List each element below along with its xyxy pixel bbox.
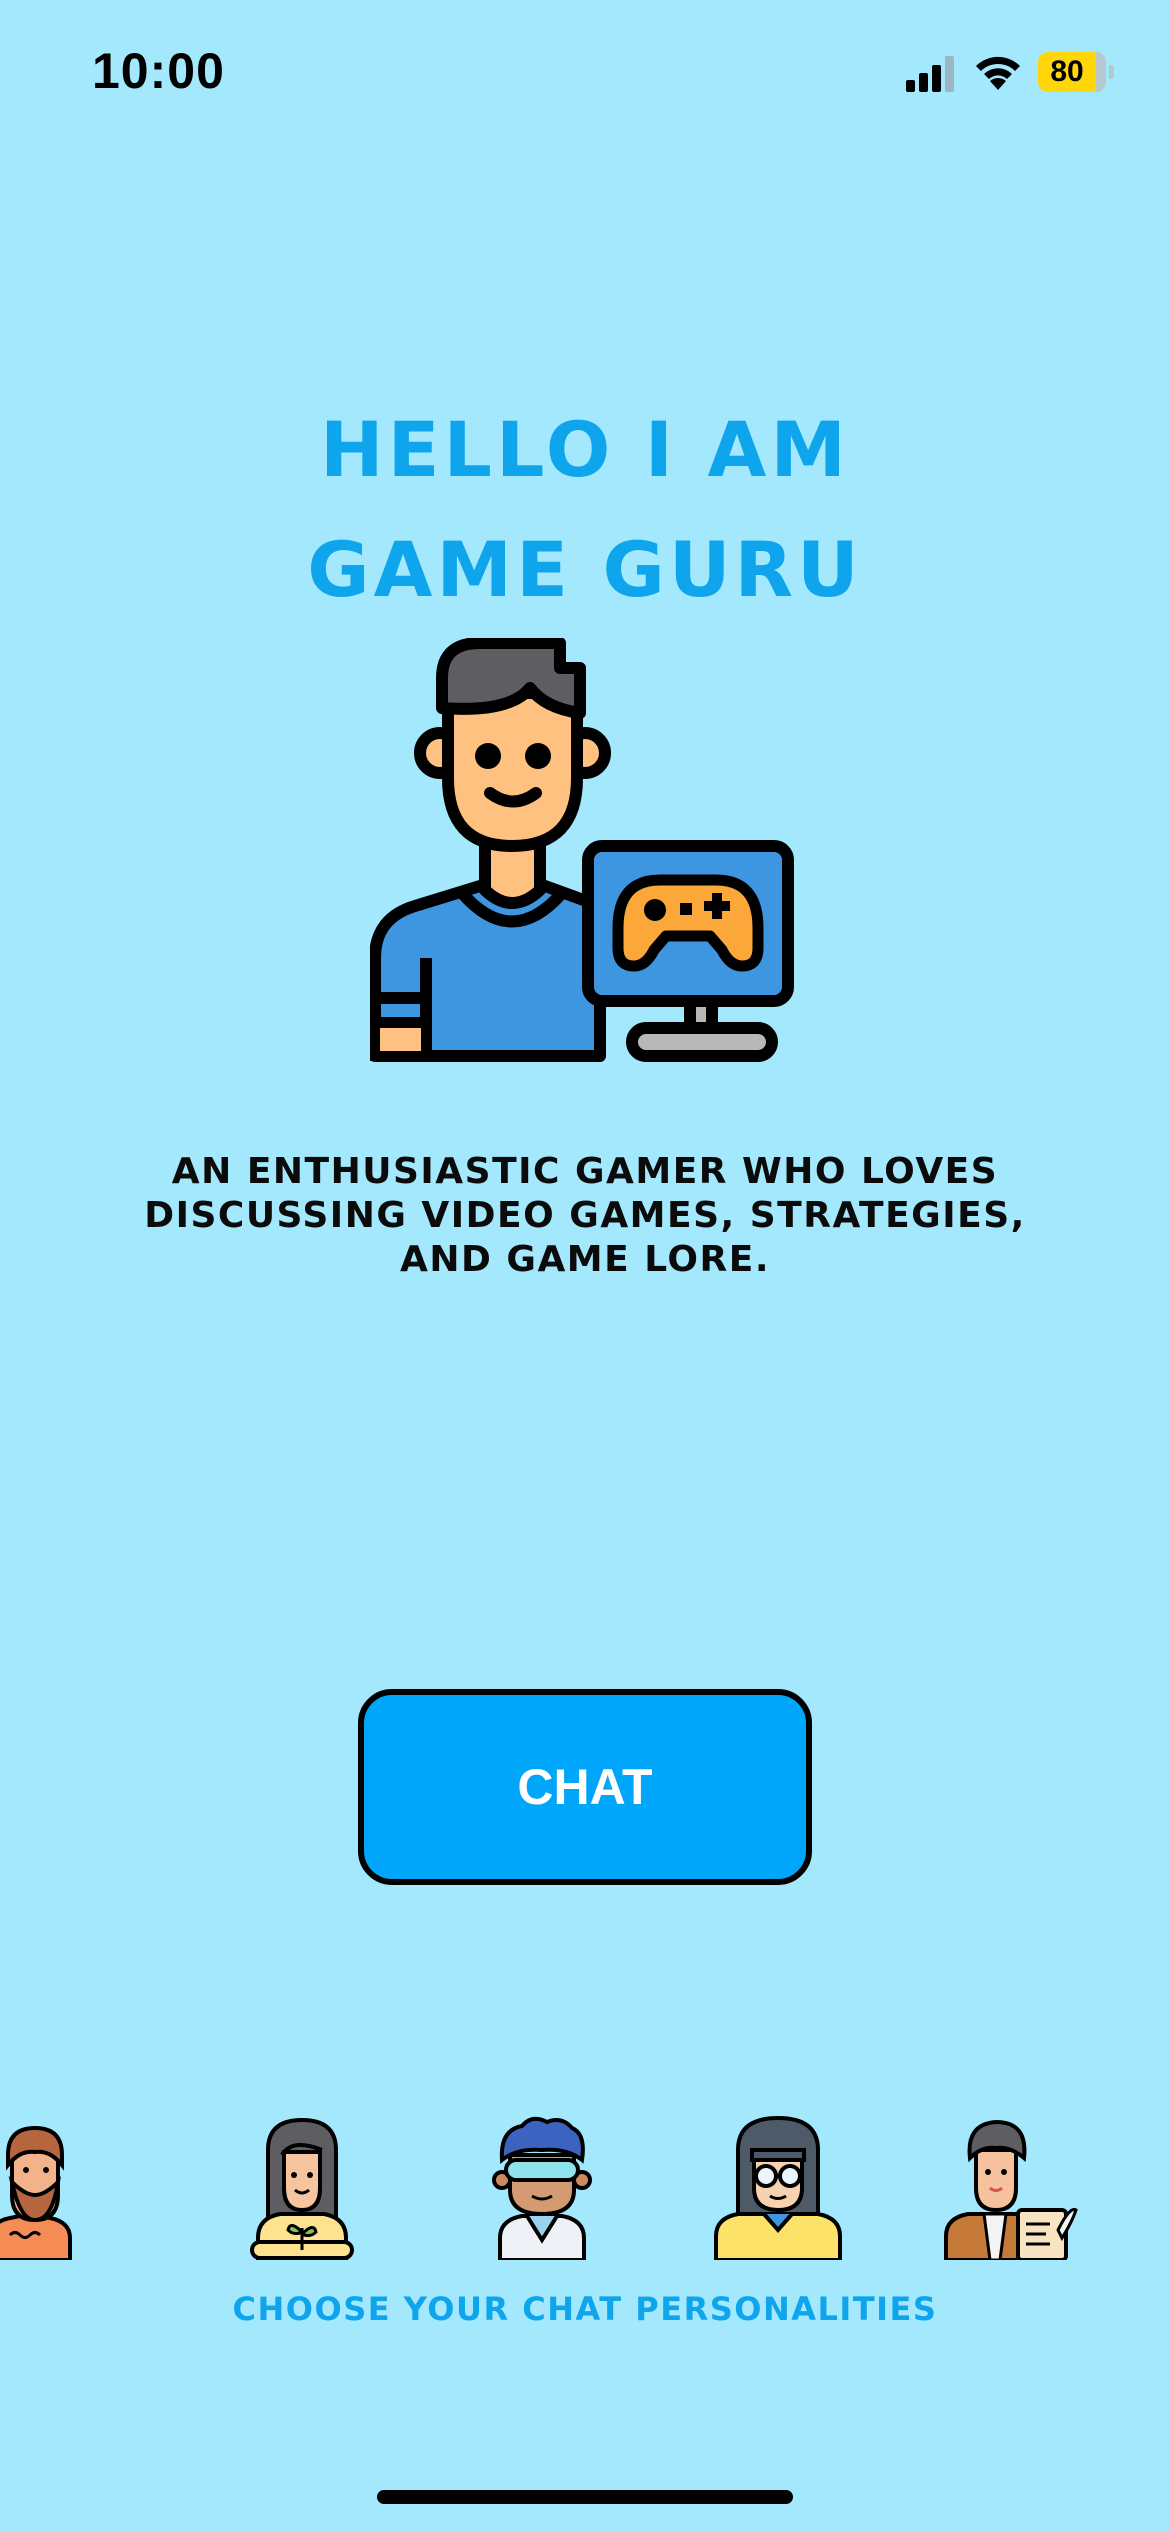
scientist-avatar-icon[interactable] (472, 2110, 612, 2260)
title-line-2: GAME GURU (307, 525, 863, 614)
wifi-icon (972, 52, 1024, 92)
writer-avatar-icon[interactable] (940, 2110, 1080, 2260)
signal-icon (906, 56, 960, 92)
home-indicator[interactable] (377, 2490, 793, 2504)
battery-icon: 80 (1038, 52, 1114, 92)
personality-description: AN ENTHUSIASTIC GAMER WHO LOVES DISCUSSI… (144, 1151, 1026, 1280)
bearded-man-avatar-icon[interactable] (0, 2110, 100, 2260)
gamer-avatar-icon (369, 637, 800, 1068)
choose-personalities-label: CHOOSE YOUR CHAT PERSONALITIES (232, 2290, 938, 2328)
battery-level: 80 (1050, 55, 1084, 88)
personalities-carousel[interactable] (0, 2100, 1170, 2270)
gardener-avatar-icon[interactable] (232, 2110, 372, 2260)
title-line-1: HELLO I AM (320, 405, 850, 494)
glasses-woman-avatar-icon[interactable] (708, 2110, 848, 2260)
page-title: HELLO I AM GAME GURU (0, 390, 1170, 630)
status-time: 10:00 (92, 43, 225, 99)
status-bar: 10:00 80 (0, 0, 1170, 150)
chat-button[interactable]: CHAT (358, 1689, 812, 1885)
